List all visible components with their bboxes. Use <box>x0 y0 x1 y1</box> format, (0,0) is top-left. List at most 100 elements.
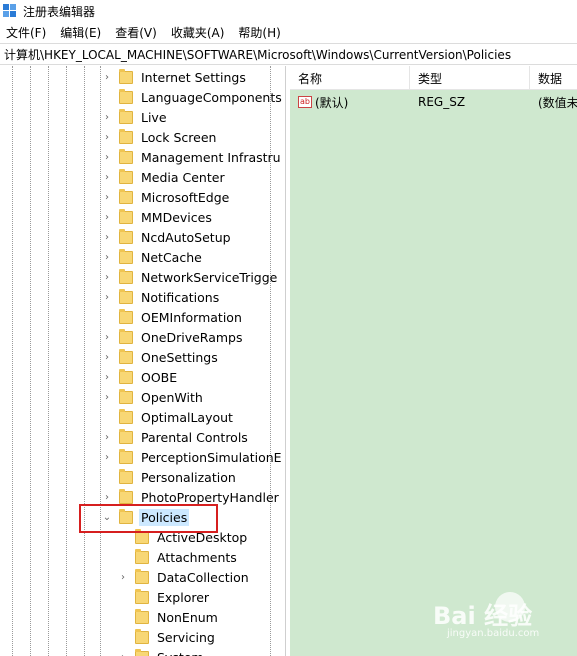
folder-icon <box>119 408 133 424</box>
chevron-right-icon[interactable]: › <box>101 371 113 383</box>
folder-icon <box>135 548 149 564</box>
column-header-row: 名称 类型 数据 <box>290 66 577 90</box>
tree-node-label: Lock Screen <box>141 129 217 145</box>
chevron-right-icon[interactable]: › <box>101 391 113 403</box>
chevron-right-icon[interactable]: › <box>101 231 113 243</box>
folder-icon <box>135 608 149 624</box>
chevron-right-icon[interactable]: › <box>117 571 129 583</box>
tree-node[interactable]: › Live <box>101 107 169 127</box>
tree-node-label: Servicing <box>157 629 215 645</box>
folder-icon <box>135 648 149 656</box>
folder-icon <box>119 228 133 244</box>
tree-node[interactable]: › DataCollection <box>117 567 251 587</box>
folder-icon <box>119 288 133 304</box>
tree-node[interactable]: › Notifications <box>101 287 221 307</box>
chevron-right-icon[interactable]: › <box>101 191 113 203</box>
chevron-right-icon[interactable]: › <box>101 291 113 303</box>
baidu-watermark: Bai 经验 jingyan.baidu.com <box>405 588 575 648</box>
menu-help[interactable]: 帮助(H) <box>238 24 280 41</box>
chevron-right-icon[interactable]: › <box>101 351 113 363</box>
column-header-type[interactable]: 类型 <box>410 66 530 90</box>
tree-node[interactable]: › OneSettings <box>101 347 220 367</box>
folder-icon <box>119 128 133 144</box>
chevron-right-icon[interactable]: › <box>101 131 113 143</box>
folder-icon <box>119 428 133 444</box>
chevron-right-icon[interactable]: › <box>101 271 113 283</box>
tree-node-label: Internet Settings <box>141 69 246 85</box>
watermark-text: Bai 经验 <box>433 602 533 630</box>
regedit-icon <box>3 4 17 18</box>
no-expander <box>101 411 113 423</box>
tree-node[interactable]: › Lock Screen <box>101 127 218 147</box>
tree-node-label: Personalization <box>141 469 236 485</box>
menu-edit[interactable]: 编辑(E) <box>60 24 101 41</box>
folder-icon <box>135 628 149 644</box>
tree-node-label: NetCache <box>141 249 202 265</box>
tree-node[interactable]: › OpenWith <box>101 387 205 407</box>
tree-node-label: Live <box>141 109 167 125</box>
chevron-right-icon[interactable]: › <box>101 451 113 463</box>
chevron-right-icon[interactable]: › <box>101 211 113 223</box>
chevron-right-icon[interactable]: › <box>101 171 113 183</box>
tree-node-label: OptimalLayout <box>141 409 233 425</box>
tree-node[interactable]: › NetCache <box>101 247 204 267</box>
menu-view[interactable]: 查看(V) <box>115 24 157 41</box>
tree-node-label: OEMInformation <box>141 309 242 325</box>
tree-node-label: PerceptionSimulationE <box>141 449 282 465</box>
chevron-right-icon[interactable]: › <box>101 331 113 343</box>
tree-node[interactable]: › OOBE <box>101 367 179 387</box>
no-expander <box>117 611 129 623</box>
chevron-right-icon[interactable]: › <box>101 71 113 83</box>
tree-node[interactable]: › PerceptionSimulationE <box>101 447 284 467</box>
string-value-icon: ab <box>298 96 312 108</box>
tree-node[interactable]: › System <box>117 647 206 656</box>
tree-node-label: PhotoPropertyHandler <box>141 489 279 505</box>
chevron-right-icon[interactable]: › <box>101 251 113 263</box>
menu-favorites[interactable]: 收藏夹(A) <box>171 24 225 41</box>
tree-node[interactable]: Attachments <box>117 547 239 567</box>
tree-node[interactable]: › Internet Settings <box>101 67 248 87</box>
column-header-data[interactable]: 数据 <box>530 66 577 90</box>
address-bar[interactable]: 计算机\HKEY_LOCAL_MACHINE\SOFTWARE\Microsof… <box>0 43 577 65</box>
tree-node[interactable]: NonEnum <box>117 607 220 627</box>
tree-node[interactable]: › Parental Controls <box>101 427 250 447</box>
folder-icon <box>119 168 133 184</box>
tree-node[interactable]: › MicrosoftEdge <box>101 187 231 207</box>
tree-node[interactable]: OptimalLayout <box>101 407 235 427</box>
chevron-right-icon[interactable]: › <box>101 431 113 443</box>
tree-node[interactable]: › NetworkServiceTrigge <box>101 267 279 287</box>
folder-icon <box>119 488 133 504</box>
tree-node[interactable]: Servicing <box>117 627 217 647</box>
column-header-name[interactable]: 名称 <box>290 66 410 90</box>
value-row[interactable]: ab (默认) REG_SZ (数值未 <box>290 92 577 112</box>
values-pane[interactable]: 名称 类型 数据 ab (默认) REG_SZ (数值未 Bai 经验 jing… <box>290 66 577 656</box>
tree-node[interactable]: › Management Infrastru <box>101 147 283 167</box>
watermark-sub: jingyan.baidu.com <box>447 628 540 639</box>
chevron-right-icon[interactable]: › <box>101 491 113 503</box>
tree-node-label: Parental Controls <box>141 429 248 445</box>
folder-icon <box>119 248 133 264</box>
folder-icon <box>119 468 133 484</box>
tree-node[interactable]: Personalization <box>101 467 238 487</box>
tree-node[interactable]: › NcdAutoSetup <box>101 227 233 247</box>
tree-node-label: Explorer <box>157 589 210 605</box>
registry-tree[interactable]: › Internet Settings LanguageComponents › Liv… <box>0 66 286 656</box>
chevron-right-icon[interactable]: › <box>117 651 129 656</box>
menu-file[interactable]: 文件(F) <box>6 24 46 41</box>
window-title: 注册表编辑器 <box>23 4 96 19</box>
chevron-right-icon[interactable]: › <box>101 151 113 163</box>
tree-node-label: MicrosoftEdge <box>141 189 230 205</box>
tree-node-label: Media Center <box>141 169 225 185</box>
tree-node[interactable]: › OneDriveRamps <box>101 327 244 347</box>
tree-node-label: Attachments <box>157 549 237 565</box>
tree-node[interactable]: LanguageComponents <box>101 87 284 107</box>
no-expander <box>101 91 113 103</box>
tree-node-label: OOBE <box>141 369 178 385</box>
tree-node[interactable]: › MMDevices <box>101 207 214 227</box>
tree-node[interactable]: Explorer <box>117 587 211 607</box>
tree-node[interactable]: OEMInformation <box>101 307 244 327</box>
tree-node-label: MMDevices <box>141 209 212 225</box>
chevron-right-icon[interactable]: › <box>101 111 113 123</box>
tree-node[interactable]: › Media Center <box>101 167 227 187</box>
no-expander <box>101 311 113 323</box>
